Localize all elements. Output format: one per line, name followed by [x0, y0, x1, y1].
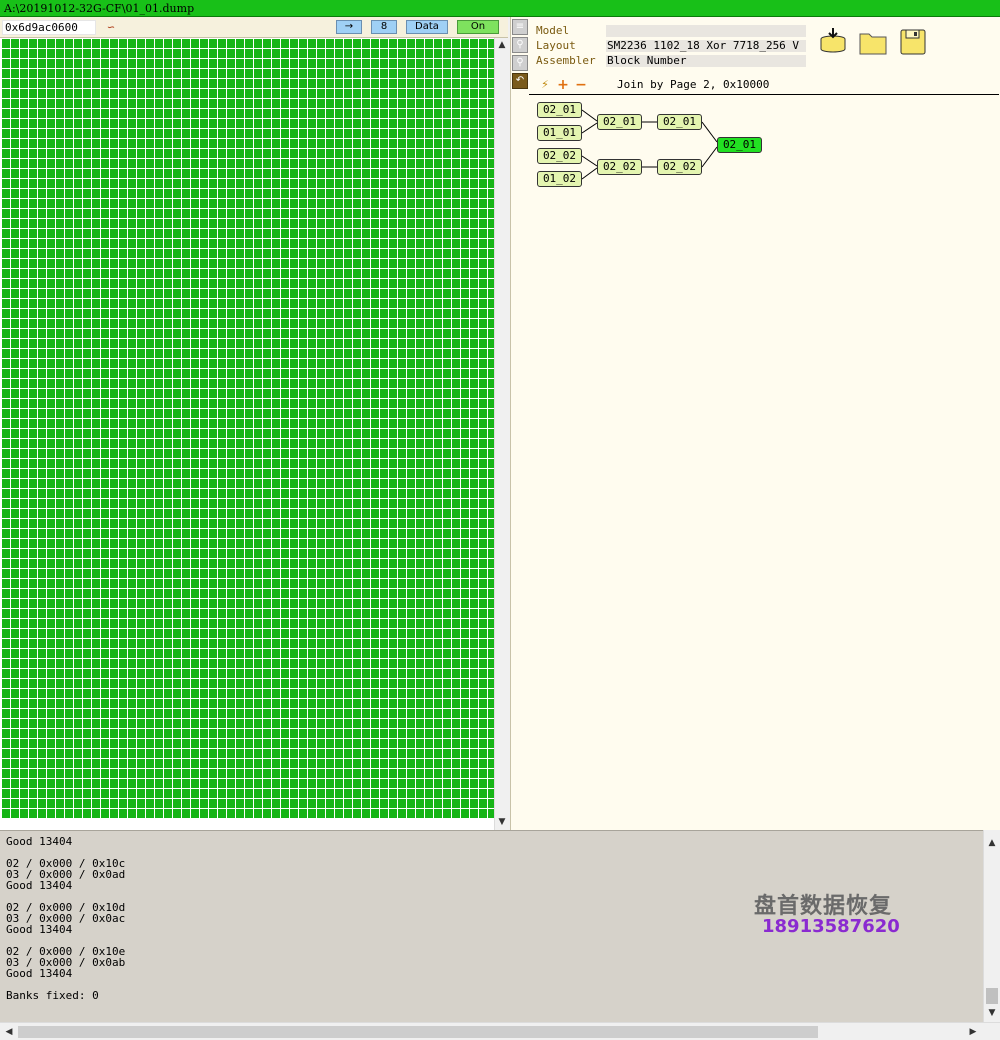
tree-edge	[581, 122, 598, 134]
log-scroll-thumb[interactable]	[986, 988, 998, 1004]
bolt-icon[interactable]: ⚡	[539, 78, 551, 92]
search-icon[interactable]: ⚲	[512, 55, 528, 71]
log-line: Good 13404	[6, 835, 73, 848]
assembly-tree: 02_01 01_01 02_02 01_02 02_01 02_02 02_0…	[511, 97, 1000, 207]
data-mode-button[interactable]: Data	[406, 20, 448, 34]
tree-node[interactable]: 01_02	[537, 171, 582, 187]
remove-icon[interactable]: −	[575, 78, 587, 92]
grid-footer	[0, 818, 494, 830]
join-description: Join by Page 2, 0x10000	[617, 78, 770, 91]
sector-toolbar: 0x6d9ac0600 ∽ → 8 Data On	[0, 17, 508, 38]
goto-button[interactable]: →	[336, 20, 362, 34]
log-scrollbar[interactable]: ▲ ▼	[983, 830, 1000, 1022]
folder-icon[interactable]	[859, 28, 887, 56]
log-line: Good 13404	[6, 879, 73, 892]
assembler-label: Assembler	[536, 54, 596, 67]
log-line: Good 13404	[6, 967, 73, 980]
tree-edge	[581, 155, 598, 167]
assembler-field[interactable]: Block Number	[606, 55, 806, 67]
on-toggle-button[interactable]: On	[457, 20, 499, 34]
grid-scrollbar[interactable]: ▲ ▼	[494, 38, 509, 830]
tree-node[interactable]: 02_01	[657, 114, 702, 130]
scroll-left-icon[interactable]: ◀	[2, 1025, 16, 1039]
tree-node[interactable]: 02_01	[597, 114, 642, 130]
tree-node[interactable]: 02_02	[657, 159, 702, 175]
layout-label: Layout	[536, 39, 576, 52]
assembler-toolbar: ⚡ + − Join by Page 2, 0x10000	[529, 77, 999, 93]
log-line: Banks fixed: 0	[6, 989, 99, 1002]
separator	[529, 94, 999, 95]
value-button[interactable]: 8	[371, 20, 397, 34]
watermark-phone: 18913587620	[762, 916, 900, 937]
scroll-up-icon[interactable]: ▲	[495, 38, 509, 52]
tree-root-node[interactable]: 02_01	[717, 137, 762, 153]
list-icon[interactable]: ≡	[512, 19, 528, 35]
model-field[interactable]	[606, 25, 806, 37]
tree-edge	[701, 121, 718, 143]
add-icon[interactable]: +	[557, 78, 569, 92]
scroll-down-icon[interactable]: ▼	[495, 815, 509, 829]
model-label: Model	[536, 24, 570, 37]
database-download-icon[interactable]	[819, 28, 847, 56]
tree-node[interactable]: 02_01	[537, 102, 582, 118]
tree-node[interactable]: 02_02	[597, 159, 642, 175]
side-toolbar: ≡ ⚲ ⚲ ↶	[511, 17, 529, 91]
horizontal-scrollbar[interactable]: ◀ ▶	[0, 1022, 1000, 1040]
scroll-down-icon[interactable]: ▼	[985, 1006, 999, 1020]
layout-field[interactable]: SM2236 1102_18 Xor 7718_256 V	[606, 40, 806, 52]
tree-edge	[581, 109, 598, 122]
scroll-up-icon[interactable]: ▲	[985, 836, 999, 850]
block-map-grid[interactable]	[0, 38, 494, 818]
tree-node[interactable]: 01_01	[537, 125, 582, 141]
save-icon[interactable]	[899, 28, 927, 56]
pin-icon[interactable]: ⚲	[512, 37, 528, 53]
assembler-panel: ≡ ⚲ ⚲ ↶ Model Layout SM2236 1102_18 Xor …	[510, 17, 1000, 830]
log-output: Good 13404 02 / 0x000 / 0x10c 03 / 0x000…	[0, 830, 983, 1022]
link-icon[interactable]: ∽	[104, 20, 118, 35]
assembler-icon[interactable]: ↶	[512, 73, 528, 89]
window-title: A:\20191012-32G-CF\01_01.dump	[0, 0, 1000, 17]
address-input[interactable]: 0x6d9ac0600	[2, 20, 96, 35]
horizontal-scroll-thumb[interactable]	[18, 1026, 818, 1038]
log-line: Good 13404	[6, 923, 73, 936]
tree-edge	[581, 167, 598, 180]
tree-node[interactable]: 02_02	[537, 148, 582, 164]
scroll-right-icon[interactable]: ▶	[966, 1025, 980, 1039]
tree-edge	[701, 146, 718, 168]
